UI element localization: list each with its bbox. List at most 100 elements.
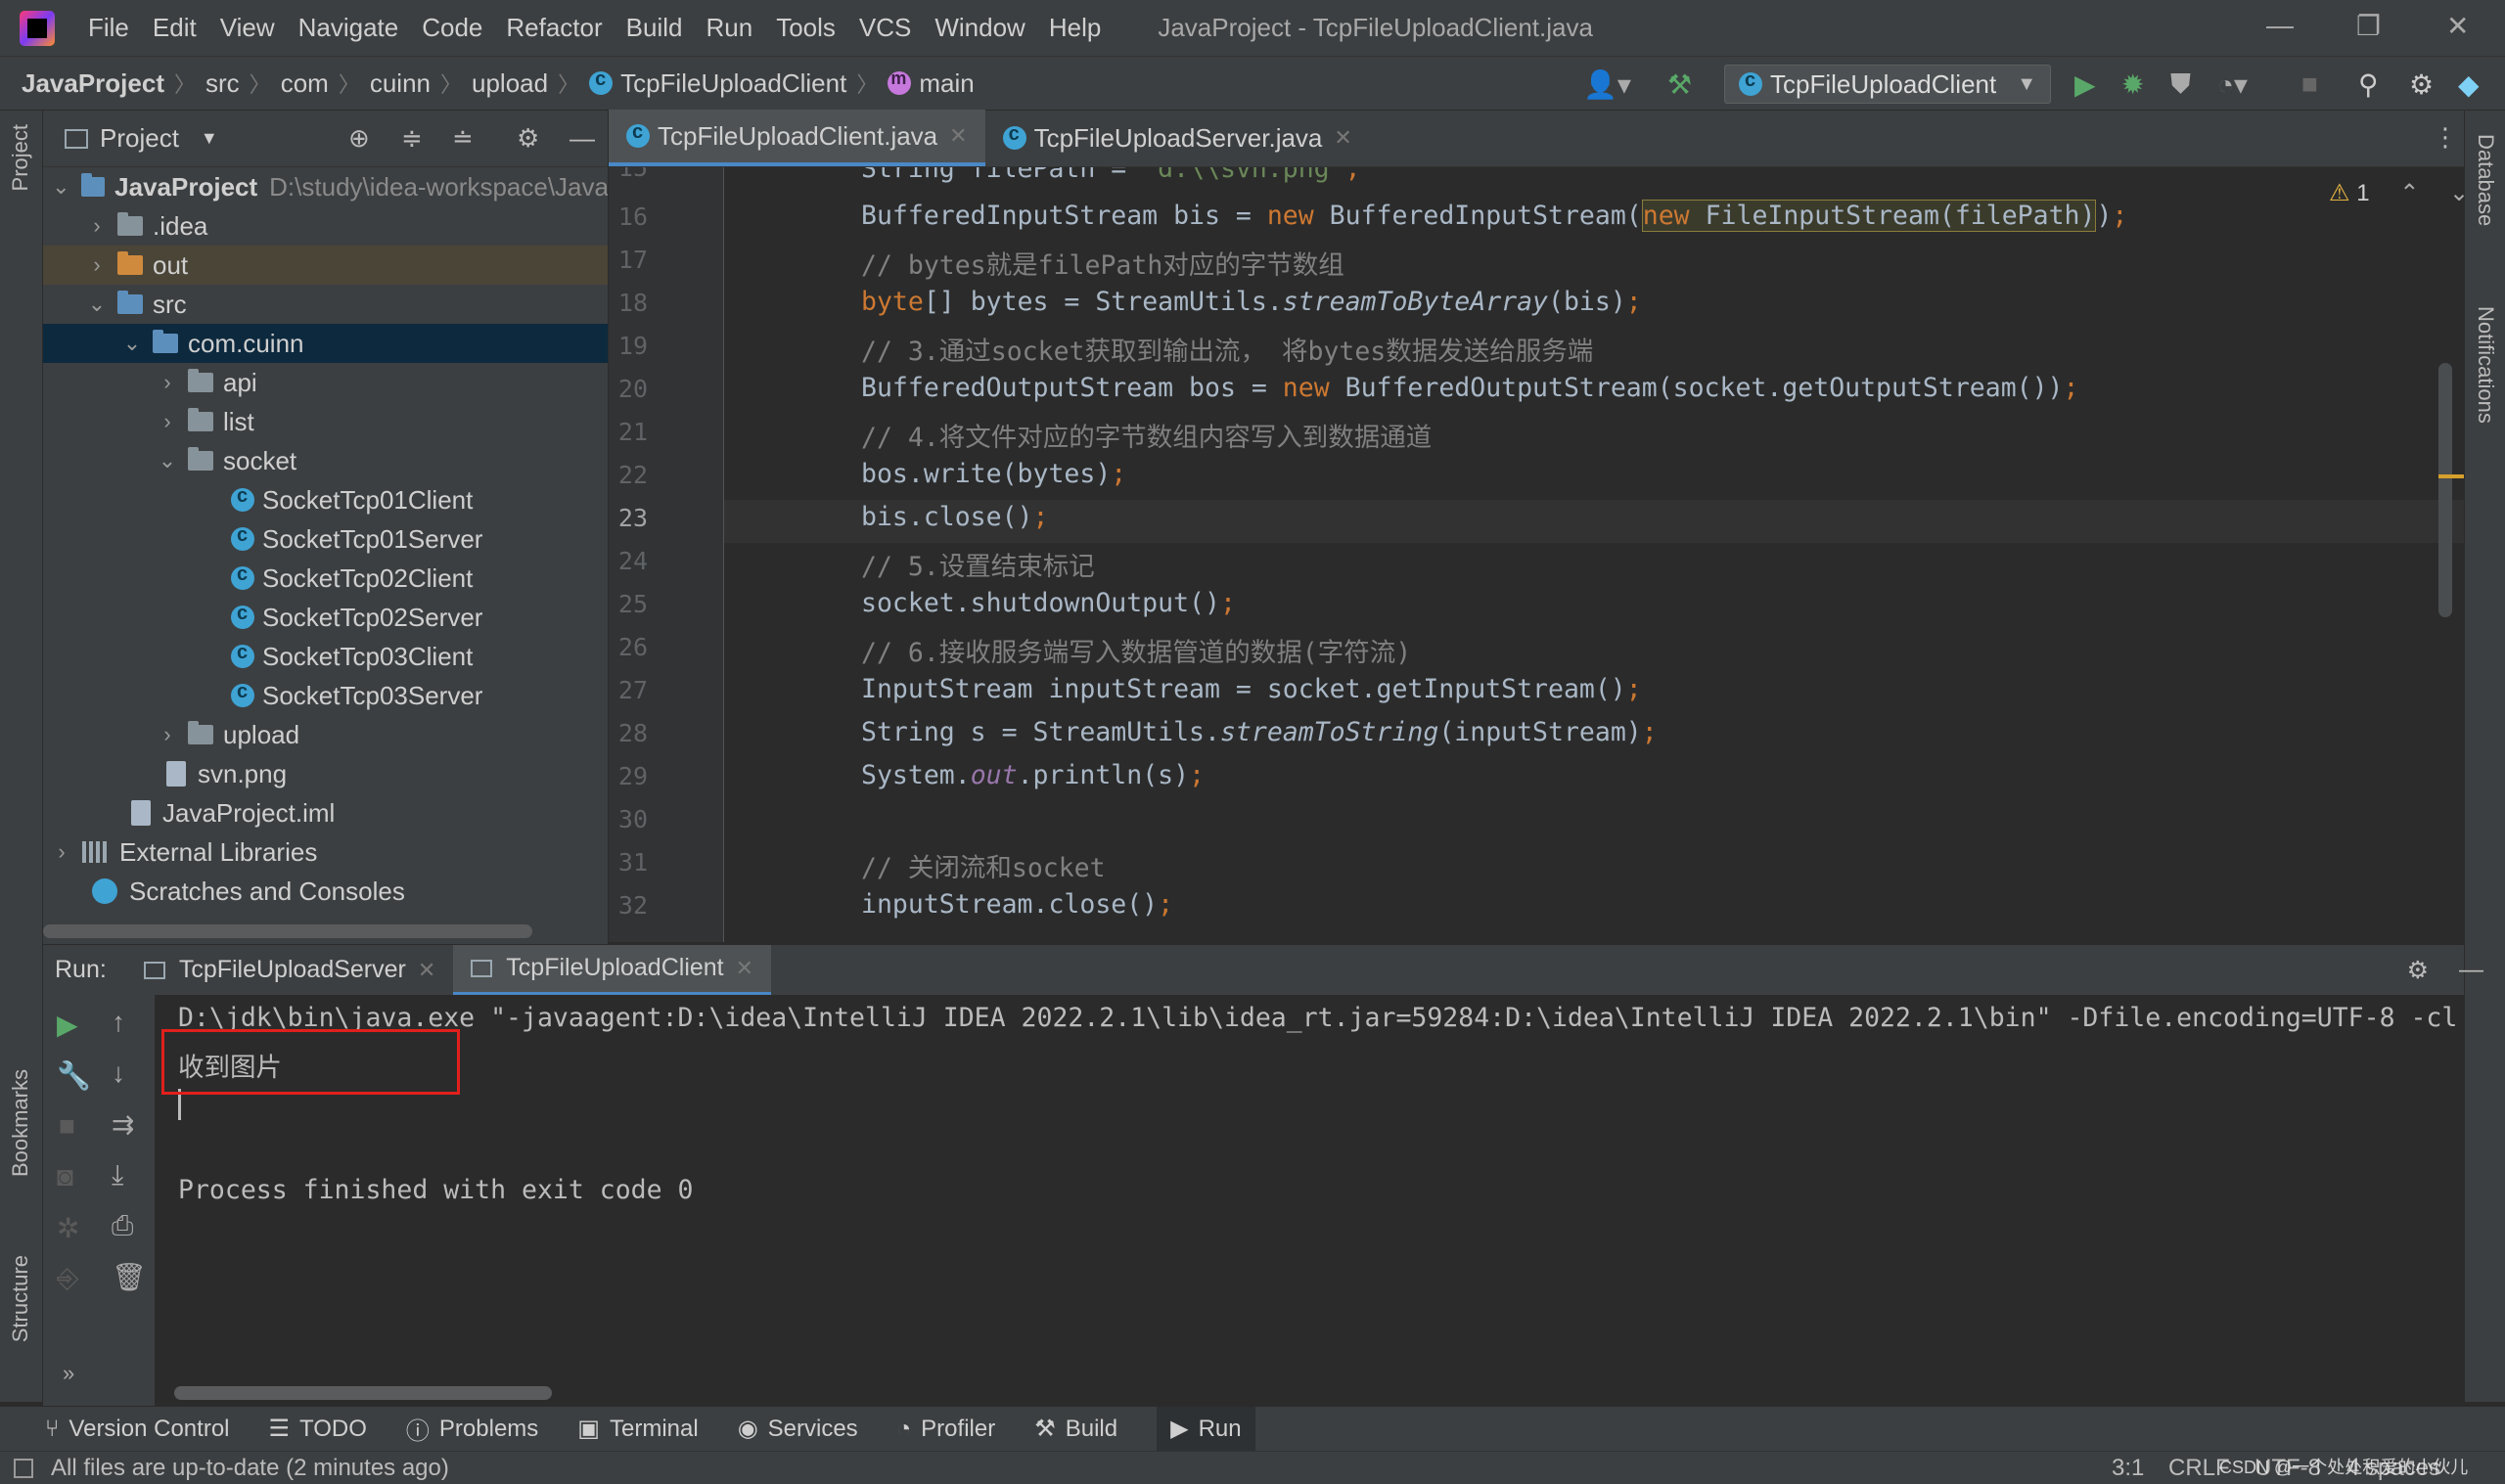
tool-services[interactable]: ◉ Services bbox=[738, 1415, 858, 1443]
tool-terminal[interactable]: ▣ Terminal bbox=[577, 1415, 698, 1443]
gear-icon[interactable]: ⚙ bbox=[517, 123, 539, 154]
profile-icon[interactable]: ◔▾ bbox=[2217, 68, 2248, 101]
tree-item-upload[interactable]: › upload bbox=[43, 715, 608, 754]
debug-icon[interactable]: ✹ bbox=[2121, 68, 2144, 101]
hide-panel-icon[interactable]: — bbox=[569, 123, 595, 154]
restore-icon[interactable]: ❐ bbox=[2356, 10, 2381, 42]
tab-tcpfileuploadclient[interactable]: TcpFileUploadClient.java ✕ bbox=[609, 110, 985, 166]
wrench-icon[interactable]: 🔧 bbox=[57, 1059, 91, 1092]
chevron-down-icon[interactable]: ⌄ bbox=[157, 448, 178, 473]
tool-problems[interactable]: ⓘ Problems bbox=[406, 1412, 538, 1446]
close-tab-icon[interactable]: ✕ bbox=[736, 956, 753, 981]
bookmarks-tool-button[interactable]: Bookmarks bbox=[8, 1069, 33, 1177]
tree-item-sockettcp02server[interactable]: SocketTcp02Server bbox=[43, 598, 608, 637]
arrow-down-icon[interactable]: ↓ bbox=[112, 1057, 125, 1089]
tree-item-list[interactable]: › list bbox=[43, 402, 608, 441]
tab-tcpfileuploadserver[interactable]: TcpFileUploadServer.java ✕ bbox=[985, 110, 1370, 166]
gear-icon[interactable]: ⚙ bbox=[2409, 68, 2434, 101]
hide-panel-icon[interactable]: — bbox=[2459, 956, 2483, 984]
chevron-down-icon[interactable]: ⌄ bbox=[121, 331, 143, 356]
tool-run[interactable]: ▶ Run bbox=[1157, 1406, 1255, 1452]
collapse-all-icon[interactable]: ≐ bbox=[452, 123, 474, 154]
tree-item-javaproject[interactable]: ⌄ JavaProject D:\study\idea-workspace\Ja… bbox=[43, 167, 608, 206]
breadcrumb-cuinn[interactable]: cuinn bbox=[370, 68, 431, 99]
locate-icon[interactable]: ⊕ bbox=[348, 123, 370, 154]
exit-icon[interactable]: ⎆ bbox=[57, 1263, 78, 1295]
gear-icon[interactable]: ⚙ bbox=[2407, 956, 2429, 985]
structure-tool-button[interactable]: Structure bbox=[8, 1255, 33, 1342]
tree-item-sockettcp01server[interactable]: SocketTcp01Server bbox=[43, 519, 608, 559]
jetbrains-toolbox-icon[interactable]: ◆ bbox=[2458, 68, 2480, 101]
menu-build[interactable]: Build bbox=[626, 13, 683, 43]
console-output[interactable]: D:\jdk\bin\java.exe "-javaagent:D:\idea\… bbox=[155, 995, 2464, 1406]
tree-item-sockettcp01client[interactable]: SocketTcp01Client bbox=[43, 480, 608, 519]
intellij-logo-icon[interactable] bbox=[20, 10, 55, 46]
database-tool-button[interactable]: Database bbox=[2473, 134, 2498, 226]
menu-refactor[interactable]: Refactor bbox=[506, 13, 602, 43]
tree-item-scratches[interactable]: Scratches and Consoles bbox=[43, 872, 608, 911]
restore-layout-icon[interactable]: ✲ bbox=[57, 1212, 79, 1244]
breadcrumb-class[interactable]: TcpFileUploadClient bbox=[620, 68, 846, 99]
close-icon[interactable]: ✕ bbox=[2446, 10, 2469, 42]
menu-help[interactable]: Help bbox=[1049, 13, 1101, 43]
run-configuration-select[interactable]: TcpFileUploadClient ▼ bbox=[1724, 65, 2051, 104]
vertical-scrollbar[interactable] bbox=[2438, 363, 2452, 617]
chevron-down-icon[interactable]: ⌄ bbox=[86, 292, 108, 317]
tool-build[interactable]: ⚒ Build bbox=[1034, 1415, 1117, 1443]
code-editor[interactable]: String filePath = "d:\\svn.png"; Buffere… bbox=[724, 167, 2464, 942]
menu-vcs[interactable]: VCS bbox=[859, 13, 911, 43]
breadcrumb-project[interactable]: JavaProject bbox=[22, 68, 164, 99]
tool-version-control[interactable]: ⑂ Version Control bbox=[45, 1416, 230, 1443]
chevron-down-icon[interactable]: ⌄ bbox=[51, 174, 71, 200]
run-tab-client[interactable]: TcpFileUploadClient ✕ bbox=[453, 944, 772, 996]
tree-item-sockettcp03client[interactable]: SocketTcp03Client bbox=[43, 637, 608, 676]
tree-item-com-cuinn[interactable]: ⌄ com.cuinn bbox=[43, 324, 608, 363]
run-tab-server[interactable]: TcpFileUploadServer ✕ bbox=[126, 945, 453, 996]
menu-edit[interactable]: Edit bbox=[153, 13, 197, 43]
tree-item-api[interactable]: › api bbox=[43, 363, 608, 402]
status-widget-icon[interactable] bbox=[14, 1458, 33, 1478]
tool-profiler[interactable]: ◔ Profiler bbox=[897, 1416, 996, 1443]
chevron-right-icon[interactable]: › bbox=[157, 409, 178, 434]
chevron-up-icon[interactable]: ⌃ bbox=[2399, 180, 2419, 206]
status-message[interactable]: All files are up-to-date (2 minutes ago) bbox=[51, 1455, 449, 1482]
minimize-icon[interactable]: — bbox=[2266, 10, 2294, 41]
coverage-icon[interactable]: ⛊ bbox=[2170, 68, 2191, 101]
arrow-up-icon[interactable]: ↑ bbox=[112, 1007, 125, 1038]
chevron-right-icon[interactable]: › bbox=[157, 722, 178, 747]
chevron-right-icon[interactable]: › bbox=[51, 839, 72, 865]
chevron-right-icon[interactable]: › bbox=[157, 370, 178, 395]
chevron-right-icon[interactable]: › bbox=[86, 213, 108, 239]
tree-item-external-libraries[interactable]: › External Libraries bbox=[43, 832, 608, 872]
tree-item-javaproject-iml[interactable]: JavaProject.iml bbox=[43, 793, 608, 832]
soft-wrap-icon[interactable]: ⇉ bbox=[112, 1108, 134, 1141]
menu-navigate[interactable]: Navigate bbox=[298, 13, 399, 43]
horizontal-scrollbar[interactable] bbox=[43, 924, 532, 938]
more-icon[interactable]: » bbox=[63, 1361, 74, 1386]
trash-icon[interactable]: 🗑 bbox=[112, 1261, 147, 1293]
menu-run[interactable]: Run bbox=[706, 13, 752, 43]
tree-item-idea[interactable]: › .idea bbox=[43, 206, 608, 246]
rerun-icon[interactable]: ▶ bbox=[57, 1009, 78, 1041]
print-icon[interactable]: ⎙ bbox=[112, 1210, 133, 1242]
stop-icon[interactable]: ■ bbox=[2301, 68, 2318, 100]
project-view-select[interactable]: Project bbox=[100, 123, 179, 154]
search-icon[interactable]: ⚲ bbox=[2358, 68, 2379, 101]
run-icon[interactable]: ▶ bbox=[2074, 68, 2096, 101]
horizontal-scrollbar[interactable] bbox=[174, 1386, 552, 1400]
notifications-tool-button[interactable]: Notifications bbox=[2473, 306, 2498, 424]
menu-code[interactable]: Code bbox=[422, 13, 482, 43]
project-tool-button[interactable]: Project bbox=[8, 124, 33, 191]
breadcrumb-src[interactable]: src bbox=[205, 68, 240, 99]
warning-marker[interactable] bbox=[2438, 474, 2464, 478]
menu-window[interactable]: Window bbox=[934, 13, 1025, 43]
caret-position[interactable]: 3:1 bbox=[2112, 1455, 2144, 1482]
tree-item-svn-png[interactable]: svn.png bbox=[43, 754, 608, 793]
menu-tools[interactable]: Tools bbox=[776, 13, 836, 43]
stop-icon[interactable]: ■ bbox=[59, 1110, 75, 1142]
tree-item-sockettcp03server[interactable]: SocketTcp03Server bbox=[43, 676, 608, 715]
scroll-to-end-icon[interactable]: ⤓ bbox=[112, 1159, 123, 1192]
chevron-down-icon[interactable]: ▼ bbox=[201, 128, 218, 149]
inspection-widget[interactable]: ⚠ 1 ⌃ ⌄ bbox=[2329, 179, 2469, 207]
tool-todo[interactable]: ☰ TODO bbox=[269, 1415, 367, 1443]
